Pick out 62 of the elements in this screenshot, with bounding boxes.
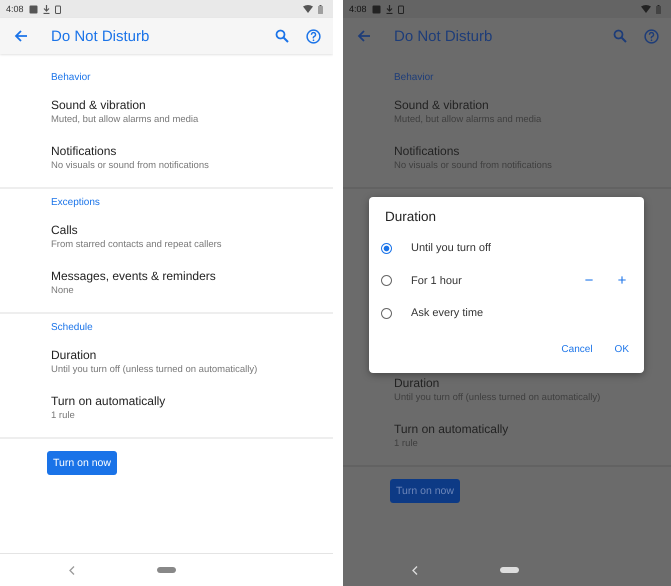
radio-button[interactable] [381,242,392,254]
settings-item[interactable]: Duration Until you turn off (unless turned on automatically) [0,339,333,385]
item-title: Sound & vibration [394,97,490,113]
download-icon [386,4,393,14]
section-header: Exceptions [50,196,101,210]
settings-item[interactable]: Messages, events & reminders None [0,260,333,306]
decrease-button[interactable]: − [582,272,596,290]
help-icon[interactable] [644,28,659,44]
dialog-action[interactable]: Cancel [561,344,593,354]
settings-item[interactable]: Sound & vibration Muted, but allow alarms and media [0,89,333,135]
clipboard-icon [54,4,61,14]
option-label: For 1 hour [411,274,462,287]
back-arrow-icon[interactable] [357,29,371,43]
option-label: Ask every time [411,307,484,320]
status-time: 4:08 [6,4,24,14]
wifi-icon [303,5,313,13]
item-subtitle: Until you turn off (unless turned on automatically) [51,363,258,376]
clipboard-icon [398,4,404,14]
screen-title: Do Not Disturb [51,28,150,44]
item-title: Duration [51,347,98,363]
download-icon [42,4,50,14]
settings-item[interactable]: Calls From starred contacts and repeat callers [0,214,333,260]
home-pill[interactable] [500,567,519,573]
item-title: Messages, events & reminders [51,268,217,284]
image-icon [28,4,38,14]
radio-button[interactable] [381,275,392,286]
wifi-icon [641,5,651,13]
section-header: Behavior [393,71,434,85]
item-subtitle: Muted, but allow alarms and media [51,113,200,126]
settings-item[interactable]: Notifications No visuals or sound from notifications [0,135,333,181]
image-icon [372,4,381,14]
turn-on-now-button[interactable]: Turn on now [390,479,460,503]
item-subtitle: No visuals or sound from notifications [51,159,210,172]
item-title: Sound & vibration [51,97,147,113]
home-pill[interactable] [157,567,176,573]
item-title: Notifications [51,143,118,159]
dialog-action[interactable]: OK [614,344,629,354]
help-icon[interactable] [306,28,321,44]
settings-item[interactable]: Turn on automatically 1 rule [0,385,333,431]
battery-icon [318,4,323,14]
option-label: Until you turn off [411,242,491,254]
radio-button[interactable] [381,308,392,319]
item-subtitle: 1 rule [51,409,76,422]
back-arrow-icon[interactable] [14,29,28,43]
item-subtitle: None [51,284,75,297]
item-title: Duration [394,375,440,391]
dialog-title: Duration [385,209,438,224]
turn-on-now-button[interactable]: Turn on now [47,451,117,475]
section-header: Behavior [50,71,92,85]
battery-icon [656,4,661,14]
search-icon[interactable] [613,29,627,43]
item-subtitle: From starred contacts and repeat callers [51,238,223,251]
screen-title: Do Not Disturb [394,28,494,44]
back-chevron-icon[interactable] [69,566,75,574]
item-title: Notifications [394,143,460,159]
item-title: Calls [51,222,79,238]
item-title: Turn on automatically [394,421,510,437]
item-title: Turn on automatically [51,393,166,409]
section-header: Schedule [50,321,94,335]
search-icon[interactable] [275,29,289,43]
increase-button[interactable]: + [615,272,629,290]
status-time: 4:08 [349,4,367,14]
